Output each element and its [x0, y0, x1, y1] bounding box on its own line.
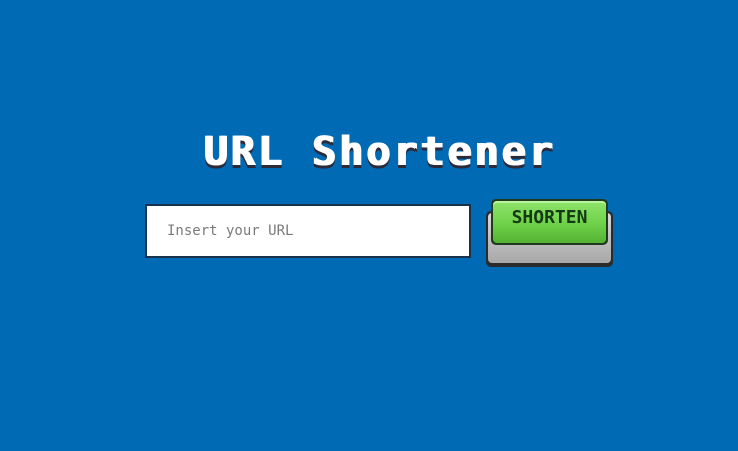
- url-input[interactable]: [145, 204, 471, 258]
- page-title: URL Shortener: [202, 129, 556, 175]
- shorten-button-label: SHORTEN: [511, 207, 588, 228]
- shorten-button[interactable]: SHORTEN: [486, 199, 613, 267]
